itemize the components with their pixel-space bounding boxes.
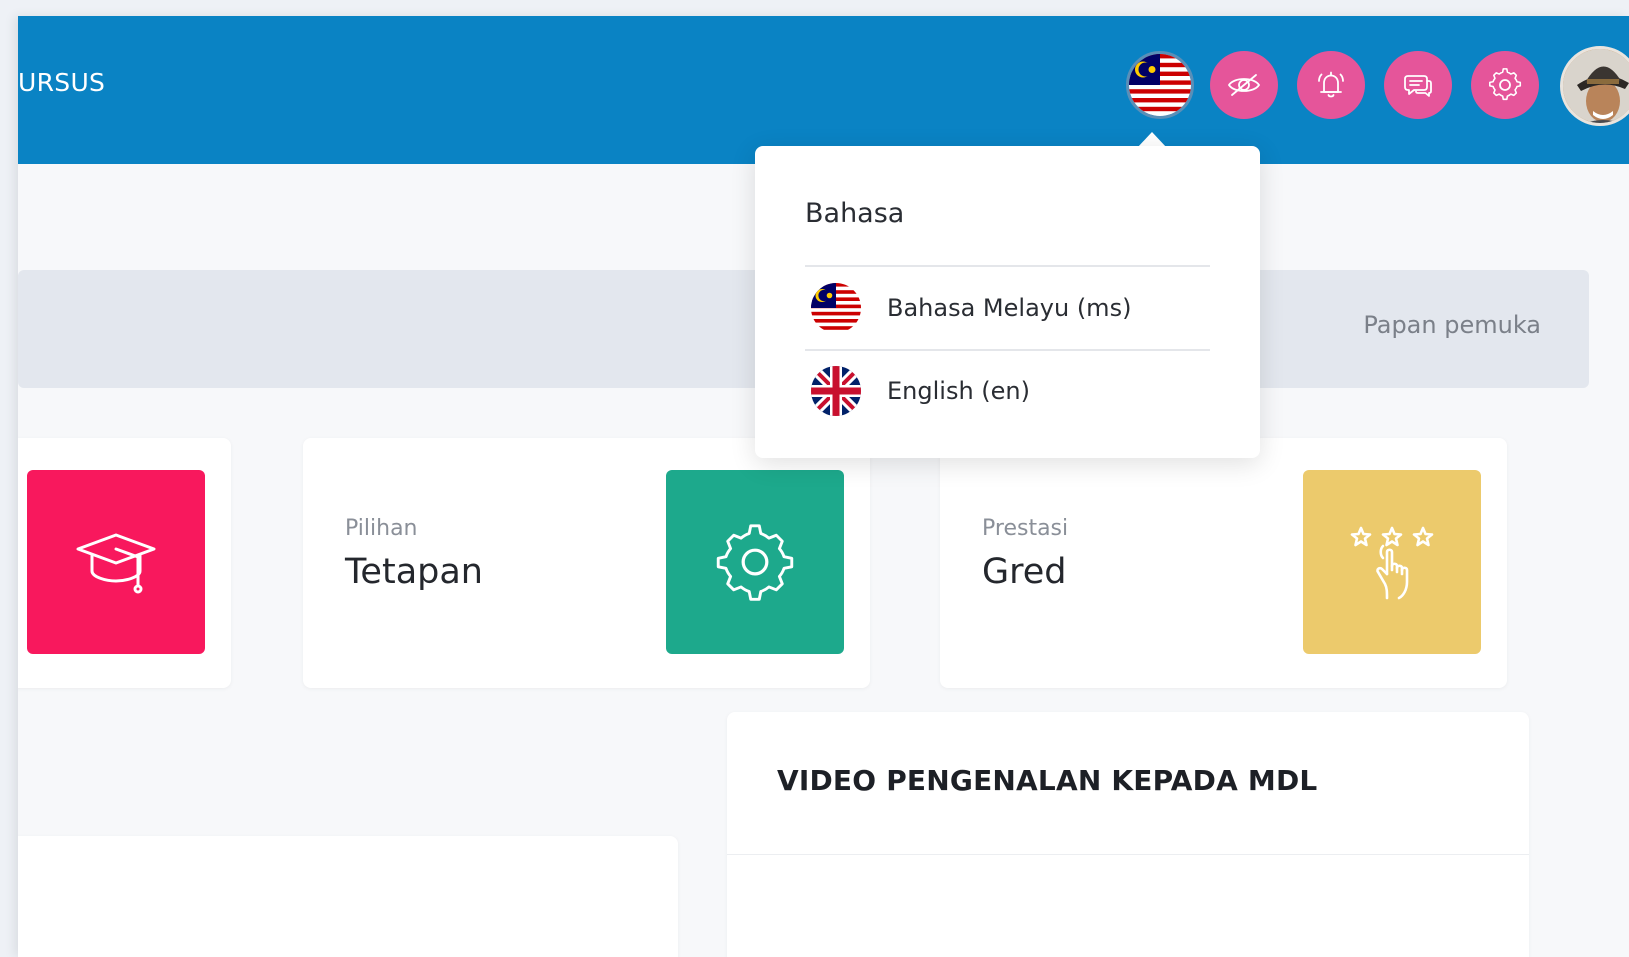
settings-button[interactable] [1471,51,1539,119]
messages-button[interactable] [1384,51,1452,119]
language-button[interactable] [1126,51,1194,119]
graduation-cap-icon [76,533,156,594]
flag-wrapper [811,366,861,416]
left-panel [18,836,678,957]
bell-icon [1318,71,1344,98]
menu-divider [805,265,1210,267]
app-window: URSUS Papan pemuka Pilihan Tetapan Prest… [18,16,1629,957]
language-dropdown: Bahasa Bahasa Melayu (ms) English (en) [755,146,1260,458]
card-courses[interactable] [18,438,231,688]
card-grades[interactable]: Prestasi Gred [940,438,1507,688]
user-avatar[interactable] [1560,46,1629,126]
language-option-label: English (en) [887,377,1030,405]
panel-divider [727,854,1529,855]
language-option-en[interactable]: English (en) [805,351,1210,431]
video-panel: VIDEO PENGENALAN KEPADA MDL [727,712,1529,957]
dashboard-link[interactable]: Papan pemuka [1363,311,1541,339]
language-menu-title: Bahasa [805,198,905,229]
card-icon-box [27,470,205,654]
notifications-button[interactable] [1297,51,1365,119]
top-navigation-bar: URSUS [18,16,1629,164]
hide-button[interactable] [1210,51,1278,119]
card-title: Tetapan [345,552,483,592]
gear-icon [1489,68,1522,101]
malaysia-flag-icon [811,283,861,333]
card-title: Gred [982,552,1067,592]
card-settings[interactable]: Pilihan Tetapan [303,438,870,688]
stars-hand-icon [1350,526,1434,600]
avatar [1563,49,1629,123]
language-option-ms[interactable]: Bahasa Melayu (ms) [805,268,1210,348]
eye-slash-icon [1227,74,1261,96]
video-panel-title: VIDEO PENGENALAN KEPADA MDL [777,764,1318,797]
site-brand[interactable]: URSUS [18,68,105,97]
card-subtitle: Pilihan [345,516,418,541]
card-icon-box [666,470,844,654]
uk-flag-icon [811,366,861,416]
chat-bubbles-icon [1404,75,1432,97]
card-subtitle: Prestasi [982,516,1069,541]
malaysia-flag-icon [1129,54,1191,116]
gear-icon [716,524,794,601]
language-option-label: Bahasa Melayu (ms) [887,294,1132,322]
card-icon-box [1303,470,1481,654]
flag-wrapper [811,283,861,333]
